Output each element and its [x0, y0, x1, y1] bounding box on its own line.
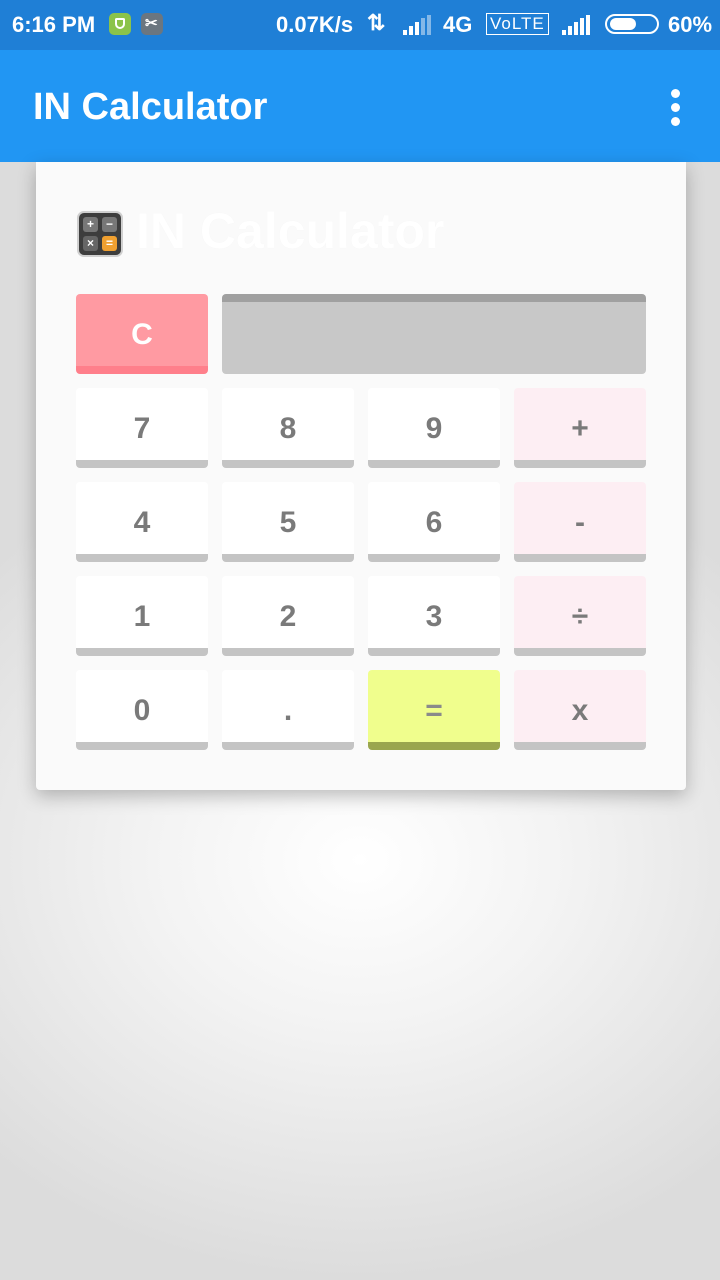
decimal-button[interactable]: . [222, 670, 354, 750]
key-1[interactable]: 1 [76, 576, 208, 656]
key-3[interactable]: 3 [368, 576, 500, 656]
calculator-card: + − × = IN Calculator C 7 8 9 + 4 5 6 - … [36, 162, 686, 790]
subtract-button[interactable]: - [514, 482, 646, 562]
network-speed: 0.07K/s [276, 12, 354, 37]
key-4[interactable]: 4 [76, 482, 208, 562]
overflow-menu-icon[interactable] [666, 88, 686, 128]
calculator-display [222, 294, 646, 374]
key-9[interactable]: 9 [368, 388, 500, 468]
clear-button[interactable]: C [76, 294, 208, 374]
key-5[interactable]: 5 [222, 482, 354, 562]
app-bar: IN Calculator [0, 50, 720, 162]
plus-glyph: + [83, 217, 98, 232]
app-title: IN Calculator [33, 86, 268, 128]
shield-icon [109, 13, 131, 35]
key-6[interactable]: 6 [368, 482, 500, 562]
equals-glyph: = [102, 236, 117, 251]
divide-button[interactable]: ÷ [514, 576, 646, 656]
signal-icon [403, 15, 433, 35]
volte-badge: VoLTE [486, 13, 549, 35]
add-button[interactable]: + [514, 388, 646, 468]
data-activity-icon: ⇅ [367, 10, 386, 35]
calculator-icon: + − × = [77, 211, 123, 257]
card-title: IN Calculator [136, 203, 445, 259]
scissors-icon [141, 13, 163, 35]
key-0[interactable]: 0 [76, 670, 208, 750]
key-7[interactable]: 7 [76, 388, 208, 468]
equals-button[interactable]: = [368, 670, 500, 750]
key-2[interactable]: 2 [222, 576, 354, 656]
minus-glyph: − [102, 217, 117, 232]
battery-percent: 60% [668, 12, 713, 37]
multiply-button[interactable]: x [514, 670, 646, 750]
signal-icon [562, 15, 592, 35]
battery-icon [605, 14, 659, 34]
network-type: 4G [443, 12, 473, 37]
times-glyph: × [83, 236, 98, 251]
status-bar: 6:16 PM 0.07K/s ⇅ 4G VoLTE 60% [0, 0, 720, 50]
key-8[interactable]: 8 [222, 388, 354, 468]
status-time: 6:16 PM [12, 12, 96, 37]
